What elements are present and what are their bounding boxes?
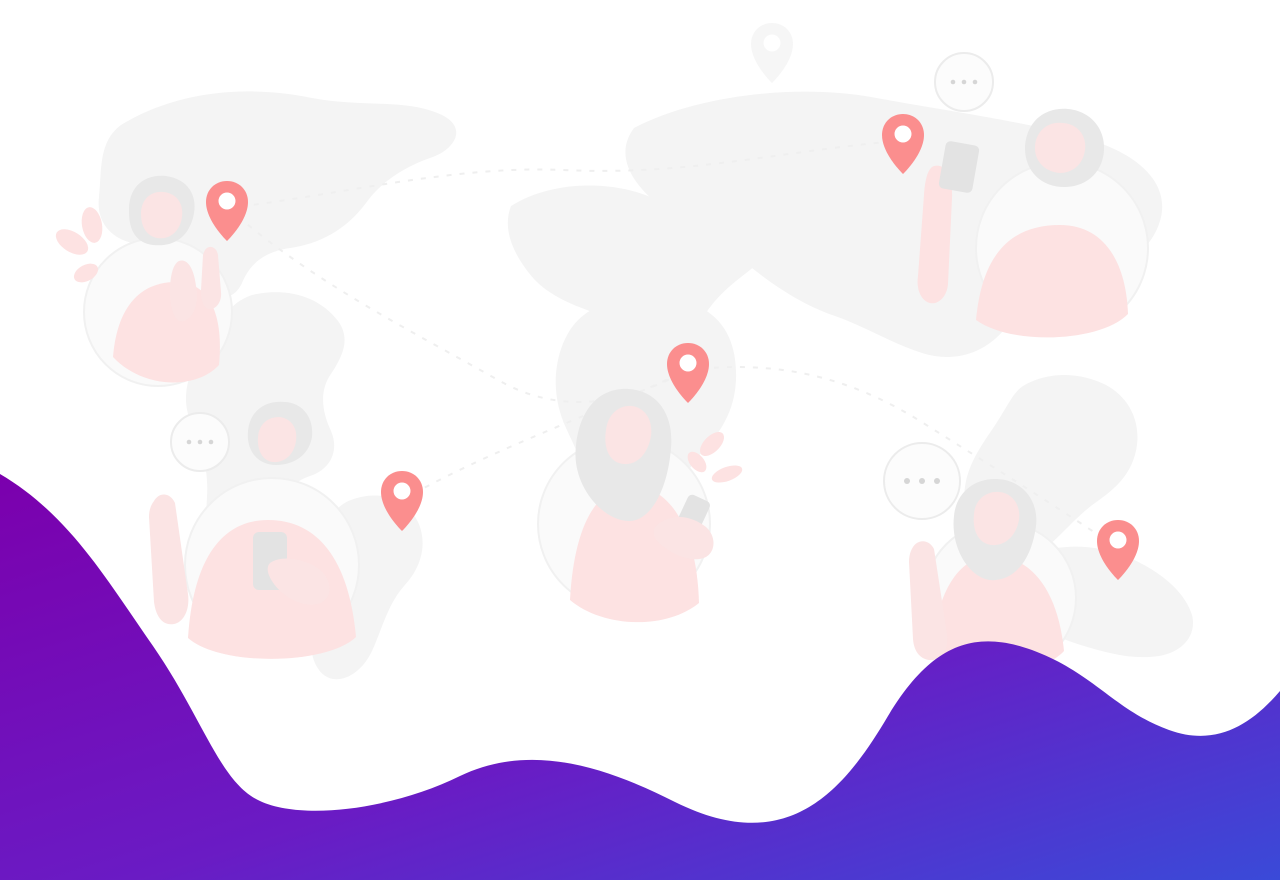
- background-illustration: [0, 0, 1280, 880]
- location-pin-icon: [751, 23, 793, 83]
- world-map-icon: [55, 23, 1194, 680]
- page-root: [0, 0, 1280, 880]
